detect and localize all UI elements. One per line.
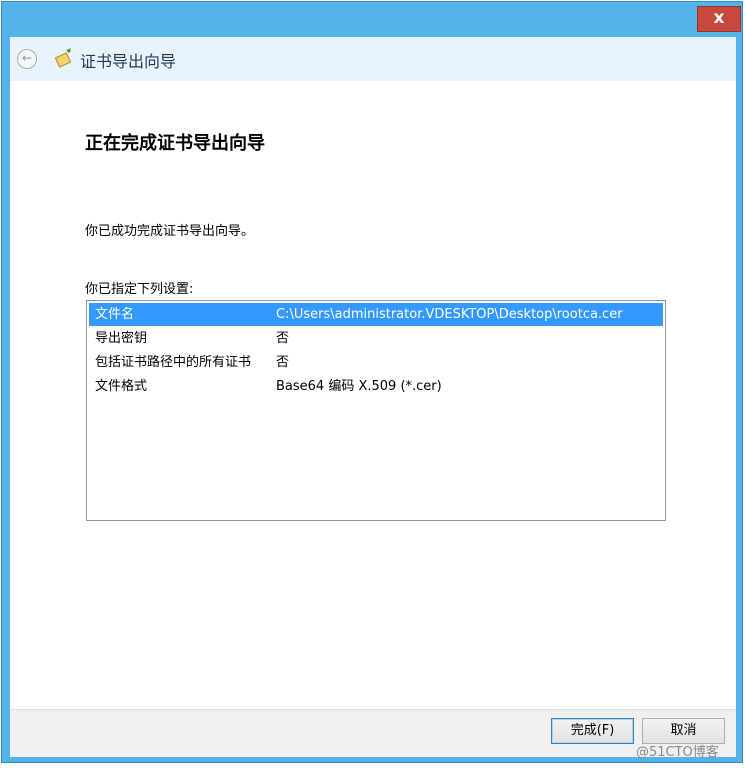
success-message: 你已成功完成证书导出向导。 [85, 224, 255, 239]
settings-label: 你已指定下列设置: [85, 282, 194, 297]
page-title: 正在完成证书导出向导 [85, 133, 265, 154]
certificate-wizard-icon [54, 48, 72, 68]
wizard-content: 正在完成证书导出向导 你已成功完成证书导出向导。 你已指定下列设置: 文件名 C… [10, 81, 736, 709]
finish-button[interactable]: 完成(F) [551, 718, 634, 744]
settings-row-file-format[interactable]: 文件格式 Base64 编码 X.509 (*.cer) [89, 375, 663, 398]
setting-value: Base64 编码 X.509 (*.cer) [276, 379, 442, 394]
back-button[interactable]: ← [17, 49, 37, 69]
settings-row-filename[interactable]: 文件名 C:\Users\administrator.VDESKTOP\Desk… [89, 303, 663, 326]
wizard-header: ← 证书导出向导 [10, 37, 736, 81]
setting-value: 否 [276, 331, 290, 346]
settings-row-include-all-certs[interactable]: 包括证书路径中的所有证书 否 [89, 351, 663, 374]
setting-value: C:\Users\administrator.VDESKTOP\Desktop\… [276, 307, 623, 322]
back-arrow-icon: ← [21, 51, 33, 65]
setting-value: 否 [276, 355, 290, 370]
setting-key: 文件格式 [95, 379, 148, 394]
settings-row-export-key[interactable]: 导出密钥 否 [89, 327, 663, 350]
window-title: 证书导出向导 [80, 52, 177, 71]
watermark: @51CTO博客 [636, 745, 719, 760]
wizard-footer: 完成(F) 取消 [10, 709, 736, 757]
settings-list[interactable]: 文件名 C:\Users\administrator.VDESKTOP\Desk… [86, 300, 666, 521]
wizard-window: x ← 证书导出向导 正在完成证书导出向导 你已成功完成证书导出向导。 你已指定… [1, 1, 743, 763]
setting-key: 导出密钥 [95, 331, 148, 346]
close-button[interactable]: x [697, 6, 741, 32]
setting-key: 包括证书路径中的所有证书 [95, 355, 252, 370]
setting-key: 文件名 [95, 307, 135, 322]
